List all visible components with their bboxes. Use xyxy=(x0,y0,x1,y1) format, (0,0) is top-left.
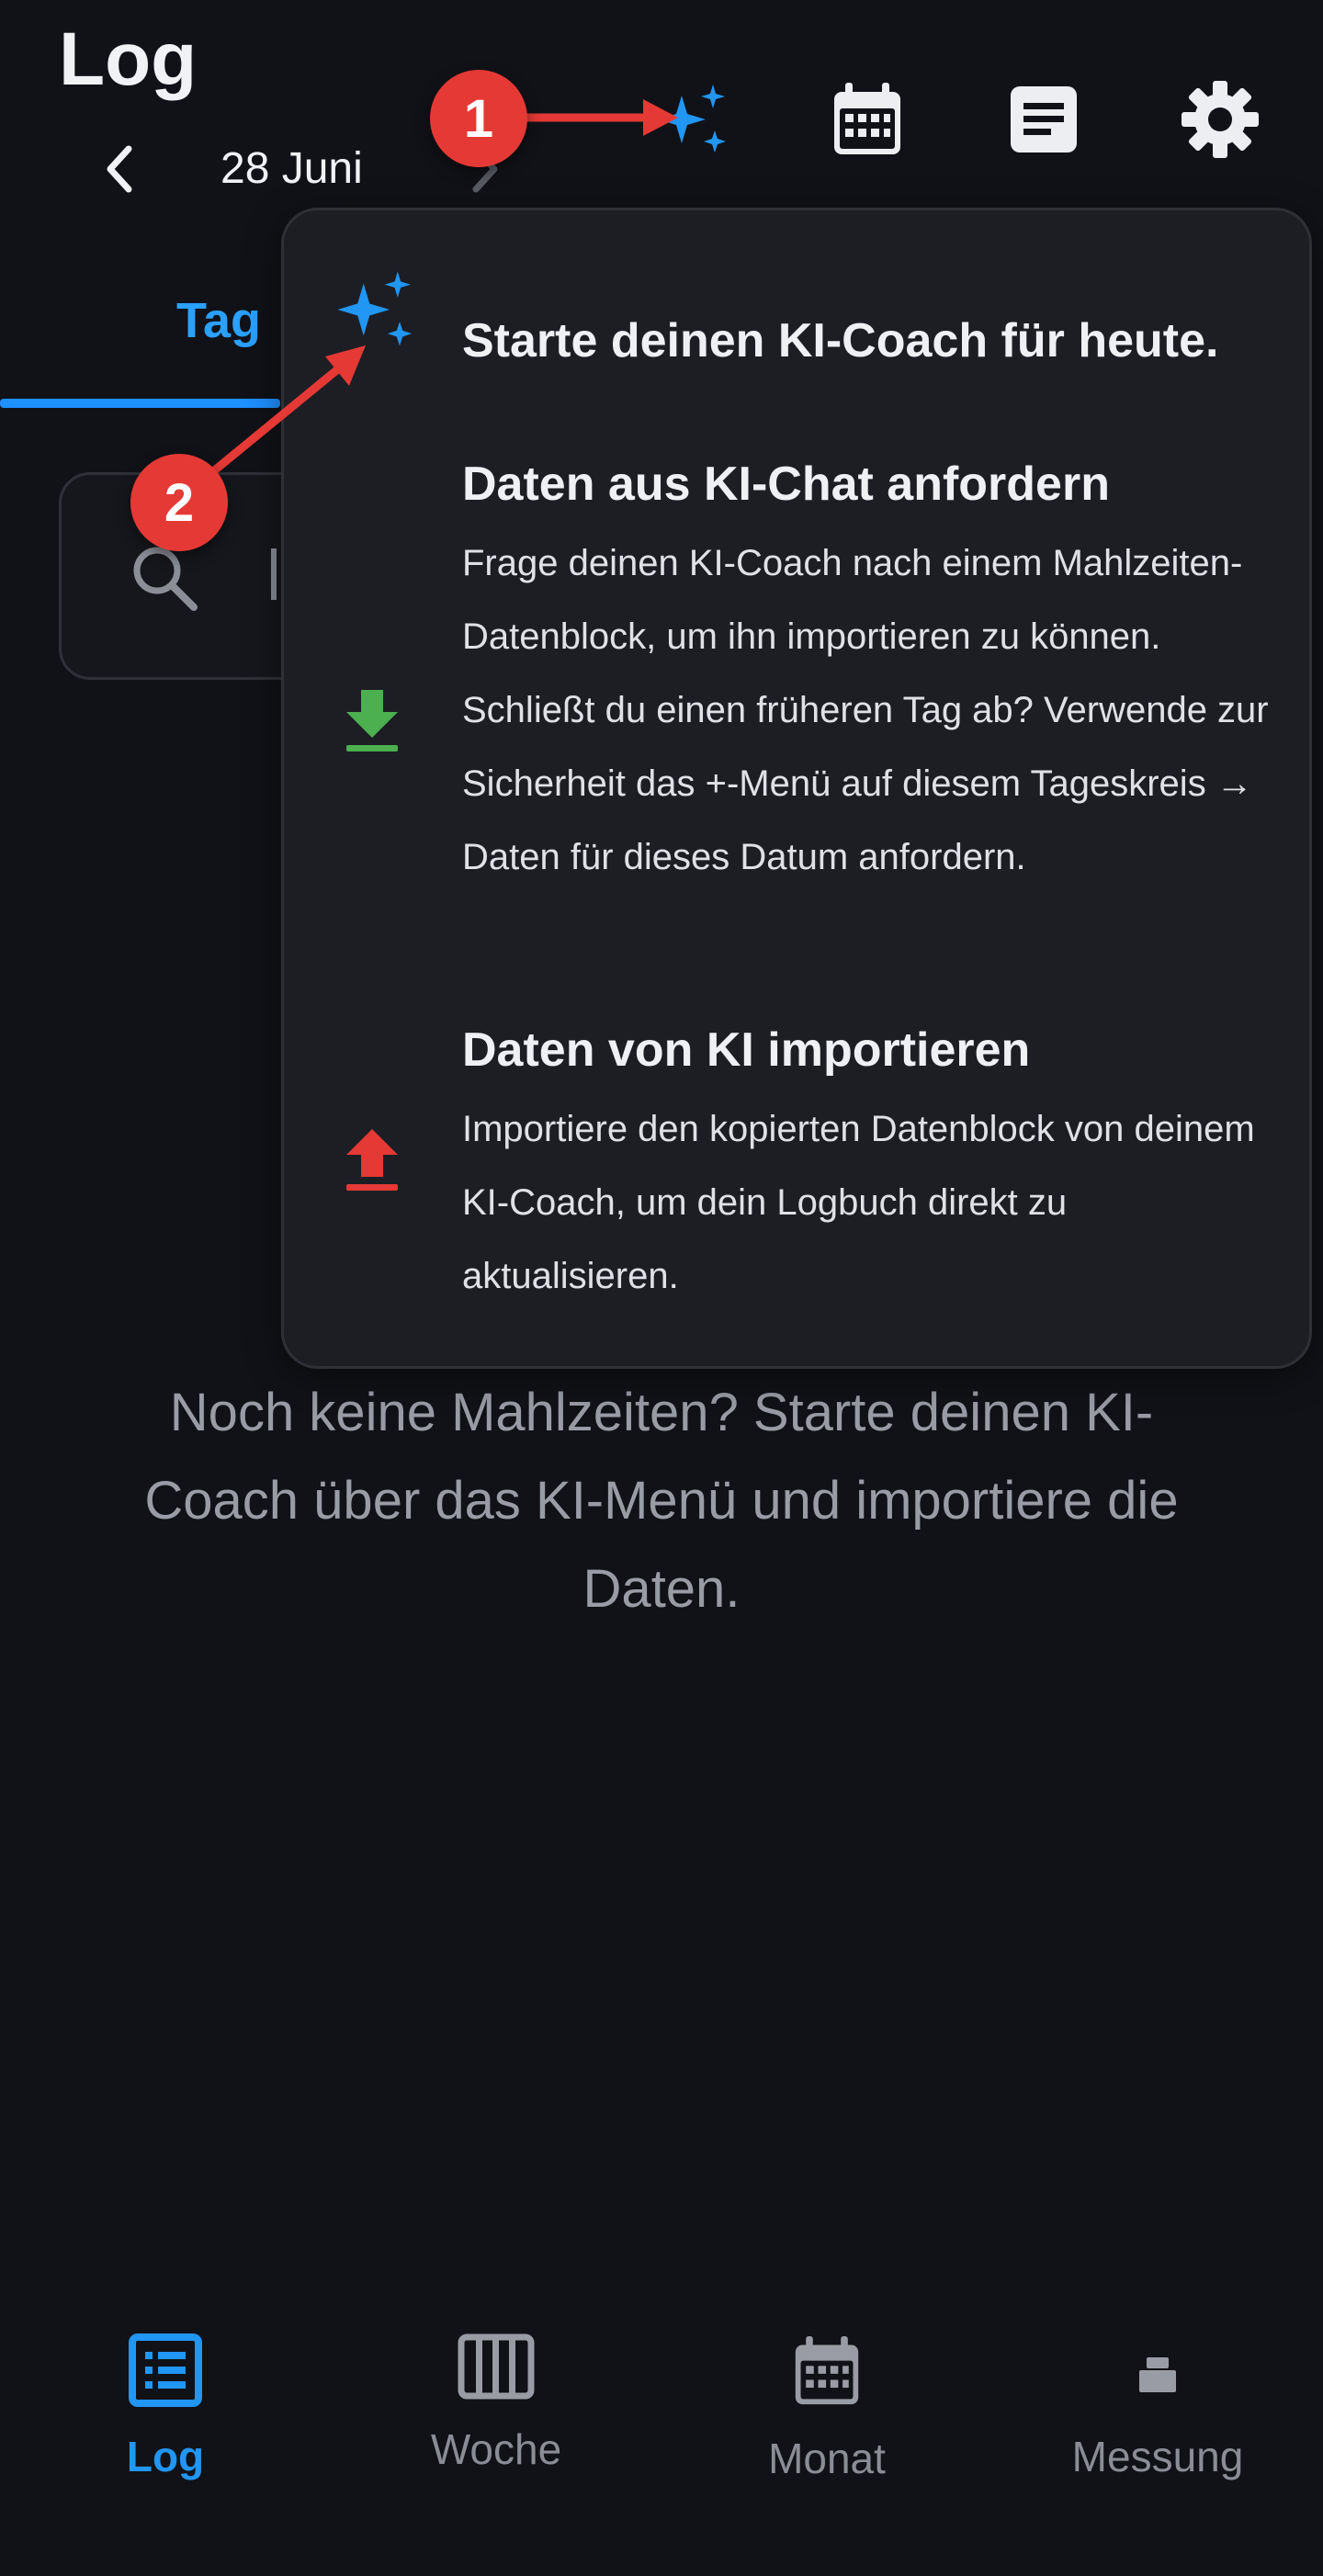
chevron-left-icon xyxy=(107,145,132,193)
previous-day-button[interactable] xyxy=(88,138,151,200)
nav-item-log[interactable]: Log xyxy=(46,2333,285,2481)
ai-sparkle-icon xyxy=(337,271,413,346)
page-title: Log xyxy=(59,17,198,101)
menu-item-label: Daten von KI importieren xyxy=(462,1023,1031,1077)
menu-item-request-data[interactable]: Daten aus KI-Chat anfordern Frage deinen… xyxy=(284,457,1304,971)
menu-item-description: Importiere den kopierten Datenblock von … xyxy=(462,1109,1255,1296)
notes-icon xyxy=(1011,86,1077,153)
menu-item-start-coach[interactable]: Starte deinen KI-Coach für heute. xyxy=(284,266,1304,385)
nav-label: Woche xyxy=(430,2425,562,2473)
calendar-icon xyxy=(834,83,900,154)
menu-item-import-data[interactable]: Daten von KI importieren Importiere den … xyxy=(284,1022,1304,1326)
tab-day[interactable]: Tag xyxy=(176,292,261,349)
upload-icon xyxy=(346,1129,398,1191)
search-icon xyxy=(133,547,198,611)
nav-label: Monat xyxy=(768,2435,886,2482)
scale-icon xyxy=(1139,2357,1176,2392)
annotation-badge-1: 1 xyxy=(430,70,527,167)
settings-button[interactable] xyxy=(1174,73,1266,165)
week-columns-icon xyxy=(458,2333,535,2400)
empty-state-message: Noch keine Mahlzeiten? Starte deinen KI-… xyxy=(144,1383,1179,1619)
ai-menu-popover: Starte deinen KI-Coach für heute. Daten … xyxy=(281,208,1312,1369)
nav-item-measurement[interactable]: Messung xyxy=(1038,2333,1277,2481)
calendar-icon xyxy=(795,2336,859,2405)
nav-label: Messung xyxy=(1071,2433,1244,2480)
nav-label: Log xyxy=(126,2433,205,2480)
search-cursor xyxy=(271,548,277,600)
menu-item-description: Frage deinen KI-Coach nach einem Mahlzei… xyxy=(462,543,1269,877)
calendar-button[interactable] xyxy=(821,73,913,165)
ai-sparkle-icon xyxy=(658,85,726,153)
ai-sparkle-button[interactable] xyxy=(649,73,741,165)
menu-item-label: Starte deinen KI-Coach für heute. xyxy=(462,314,1219,367)
settings-icon xyxy=(1182,81,1259,158)
annotation-badge-2: 2 xyxy=(130,454,228,551)
nav-item-week[interactable]: Woche xyxy=(377,2333,616,2474)
notes-button[interactable] xyxy=(998,73,1090,165)
download-icon xyxy=(346,690,398,751)
tab-underline xyxy=(0,399,280,408)
current-date: 28 Juni xyxy=(220,144,363,193)
nav-item-month[interactable]: Monat xyxy=(707,2333,946,2483)
menu-item-label: Daten aus KI-Chat anfordern xyxy=(462,458,1110,511)
list-icon xyxy=(129,2333,202,2407)
